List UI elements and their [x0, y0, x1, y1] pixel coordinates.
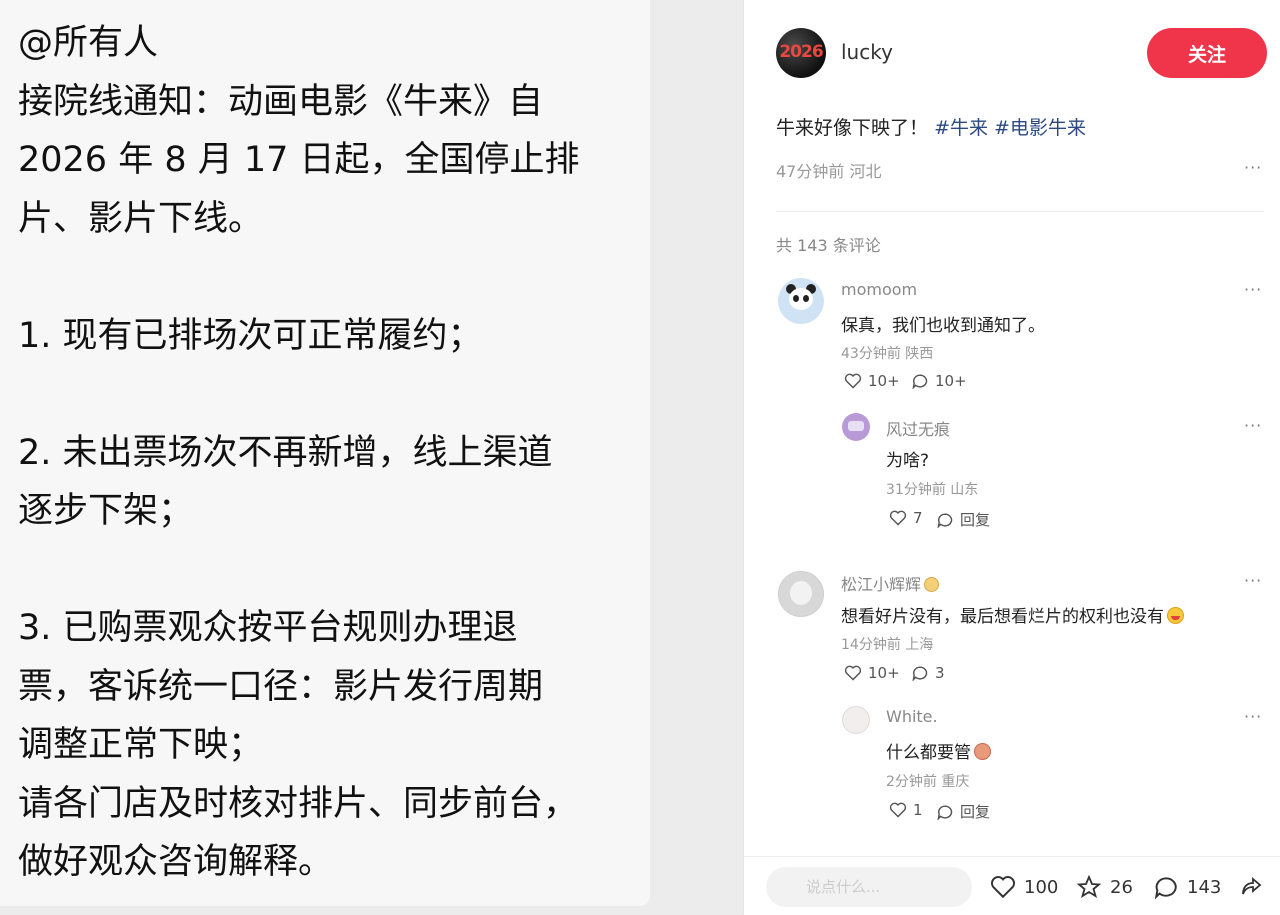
- reply-count: 10+: [935, 372, 967, 390]
- comment-bubble-icon: [1154, 877, 1177, 899]
- hashtag-link[interactable]: #牛来: [934, 117, 988, 139]
- like-count: 100: [1024, 876, 1059, 898]
- share-button[interactable]: [1238, 875, 1264, 899]
- commenter-avatar[interactable]: [842, 413, 870, 441]
- follow-button[interactable]: 关注: [1147, 28, 1267, 78]
- comment-text: 保真，我们也收到通知了。: [841, 316, 1045, 336]
- reply-button[interactable]: 回复: [936, 801, 990, 822]
- notice-line: 1. 现有已排场次可正常履约；: [18, 315, 483, 356]
- share-icon: [1242, 877, 1262, 895]
- comment-like-button[interactable]: 10+: [844, 664, 900, 682]
- more-icon[interactable]: ···: [1244, 707, 1262, 726]
- commenter-name[interactable]: White.: [886, 707, 938, 726]
- notice-line: 票，客诉统一口径：影片发行周期: [18, 666, 544, 707]
- commenter-avatar[interactable]: [778, 571, 824, 617]
- author-name[interactable]: lucky: [841, 40, 893, 64]
- comment-bubble-icon: [912, 374, 928, 389]
- notice-line: 接院线通知：动画电影《牛来》自: [18, 81, 544, 122]
- comments-button[interactable]: 143: [1153, 875, 1221, 899]
- comment-meta: 43分钟前 陕西: [841, 346, 934, 362]
- post-body: 牛来好像下映了！: [776, 117, 929, 139]
- comment-input[interactable]: 说点什么...: [766, 867, 972, 907]
- commenter-name[interactable]: 松江小辉辉: [841, 571, 940, 595]
- commenter-name[interactable]: 风过无痕: [886, 416, 950, 440]
- favorite-count: 26: [1110, 876, 1133, 898]
- comment-like-button[interactable]: 1: [889, 801, 923, 819]
- reply-label: 回复: [960, 511, 991, 529]
- comment-reply-count-button[interactable]: 10+: [911, 372, 967, 390]
- reply-label: 回复: [960, 803, 991, 821]
- post-meta: 47分钟前 河北: [776, 162, 882, 181]
- like-count: 7: [913, 509, 923, 527]
- comment-total: 143: [1187, 876, 1222, 898]
- notice-blank-line: [18, 541, 650, 600]
- heart-icon: [844, 665, 862, 681]
- more-icon[interactable]: ···: [1244, 416, 1262, 435]
- heart-icon: [889, 510, 907, 526]
- notice-blank-line: [18, 365, 650, 424]
- notice-line: 片、影片下线。: [18, 198, 264, 239]
- more-icon[interactable]: ···: [1244, 158, 1262, 177]
- more-icon[interactable]: ···: [1244, 571, 1262, 590]
- author-avatar[interactable]: 2026: [776, 28, 826, 78]
- notice-line: 做好观众咨询解释。: [18, 842, 334, 882]
- comment-meta: 31分钟前 山东: [886, 482, 979, 498]
- notice-line: 3. 已购票观众按平台规则办理退: [18, 608, 518, 648]
- post-text: 牛来好像下映了！ #牛来 #电影牛来: [776, 113, 1086, 140]
- commenter-name[interactable]: momoom: [841, 280, 917, 299]
- comment-text-body: 什么都要管: [886, 743, 971, 763]
- reply-count: 3: [935, 664, 945, 682]
- comment-text: 什么都要管: [886, 738, 991, 763]
- emoji-icon: [924, 577, 940, 592]
- commenter-avatar[interactable]: [778, 278, 824, 324]
- bottom-action-bar: 说点什么... 100 26 143: [744, 856, 1280, 915]
- reply-button[interactable]: 回复: [936, 509, 990, 530]
- more-icon[interactable]: ···: [1244, 280, 1262, 299]
- notice-line: 请各门店及时核对排片、同步前台，: [18, 783, 579, 824]
- commenter-name-text: 松江小辉辉: [841, 575, 922, 594]
- like-count: 10+: [868, 664, 900, 682]
- notice-panel: @所有人 接院线通知：动画电影《牛来》自 2026 年 8 月 17 日起，全国…: [0, 0, 650, 906]
- grin-emoji-icon: [1167, 607, 1184, 624]
- notice-line: 2. 未出票场次不再新增，线上渠道: [18, 432, 553, 473]
- author-avatar-text: 2026: [779, 42, 823, 62]
- comment-like-button[interactable]: 7: [889, 509, 923, 527]
- post-panel: 2026 lucky 关注 牛来好像下映了！ #牛来 #电影牛来 47分钟前 河…: [743, 0, 1280, 915]
- comment-reply-count-button[interactable]: 3: [911, 664, 945, 682]
- comment-bubble-icon: [937, 804, 953, 820]
- comment-bubble-icon: [937, 512, 953, 528]
- comment-text-body: 想看好片没有，最后想看烂片的权利也没有: [841, 607, 1164, 627]
- divider: [776, 211, 1264, 212]
- notice-line: 调整正常下映；: [18, 725, 264, 765]
- heart-icon: [889, 802, 907, 818]
- comment-bubble-icon: [912, 666, 928, 681]
- star-icon: [1076, 875, 1102, 898]
- notice-blank-line: [18, 248, 650, 307]
- like-count: 10+: [868, 372, 900, 390]
- favorite-button[interactable]: 26: [1076, 875, 1133, 899]
- like-count: 1: [913, 801, 923, 819]
- comment-text: 想看好片没有，最后想看烂片的权利也没有: [841, 602, 1184, 627]
- hashtag-link[interactable]: #电影牛来: [994, 117, 1086, 139]
- heart-icon: [844, 373, 862, 389]
- comment-like-button[interactable]: 10+: [844, 372, 900, 390]
- comment-count: 共 143 条评论: [776, 236, 881, 255]
- heart-icon: [990, 876, 1016, 899]
- notice-line: 2026 年 8 月 17 日起，全国停止排: [18, 140, 580, 180]
- commenter-avatar[interactable]: [842, 706, 870, 734]
- comment-meta: 2分钟前 重庆: [886, 774, 970, 790]
- like-button[interactable]: 100: [990, 875, 1058, 899]
- angry-emoji-icon: [974, 743, 991, 760]
- notice-line: 逐步下架；: [18, 491, 194, 531]
- comment-text: 为啥?: [886, 451, 930, 471]
- comment-meta: 14分钟前 上海: [841, 637, 934, 653]
- notice-line: @所有人: [18, 23, 159, 63]
